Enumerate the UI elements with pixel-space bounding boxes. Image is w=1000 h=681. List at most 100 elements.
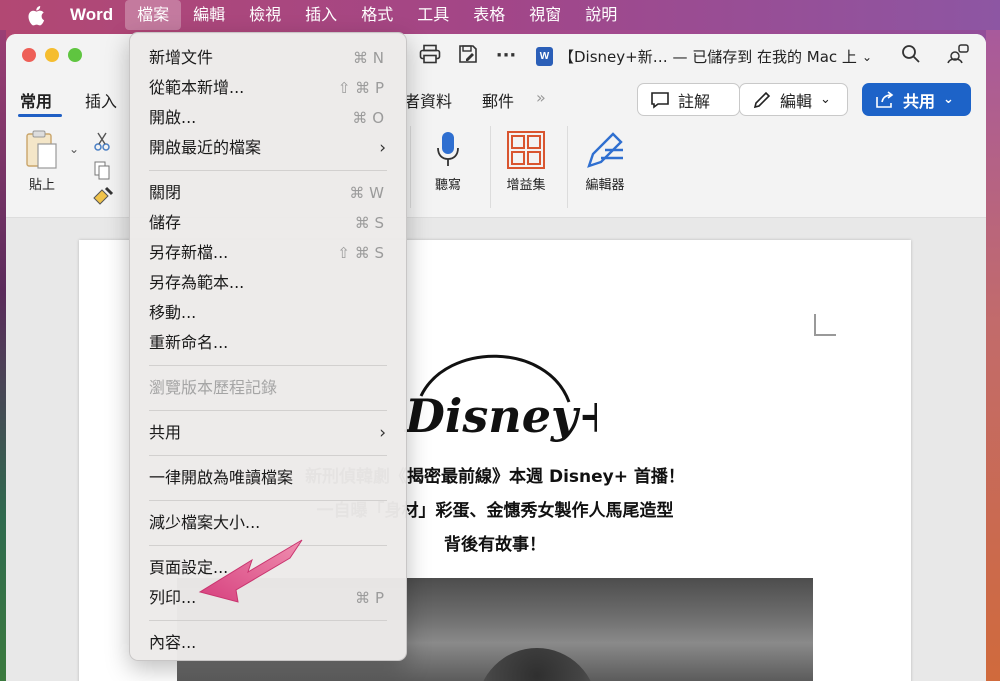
file-menu-item[interactable]: 另存為範本... [130, 268, 406, 298]
tab-home[interactable]: 常用 [20, 88, 52, 112]
comments-label: 註解 [678, 91, 711, 111]
chevron-down-icon: ⌄ [820, 92, 831, 107]
copy-icon[interactable] [93, 160, 111, 184]
format-painter-icon[interactable] [92, 186, 114, 210]
file-menu-item[interactable]: 內容... [130, 628, 406, 658]
more-options-icon[interactable]: ··· [494, 44, 518, 68]
keyboard-shortcut: ⌘ W [349, 184, 384, 202]
keyboard-shortcut: ⇧ ⌘ S [337, 244, 384, 262]
menu-window[interactable]: 視窗 [517, 0, 573, 30]
word-doc-icon: W [536, 47, 553, 66]
keyboard-shortcut: ⌘ N [353, 49, 384, 67]
file-menu-item[interactable]: 儲存 ⌘ S [130, 208, 406, 238]
more-tabs-icon[interactable]: » [536, 88, 546, 107]
editor-pen-icon [587, 132, 623, 168]
annotation-arrow [198, 539, 303, 603]
chevron-right-icon: › [379, 423, 386, 443]
file-menu-item[interactable]: 開啟最近的檔案 › [130, 133, 406, 163]
share-icon [876, 90, 894, 108]
menu-help[interactable]: 說明 [573, 0, 629, 30]
ribbon-separator [490, 126, 491, 208]
paste-button[interactable]: 貼上 [24, 128, 60, 193]
account-share-icon[interactable] [946, 44, 970, 68]
addins-button[interactable]: 增益集 [506, 128, 546, 193]
microphone-icon [437, 132, 459, 166]
file-menu-item[interactable]: 移動... [130, 298, 406, 328]
active-tab-indicator [18, 114, 62, 117]
document-title-text: 【Disney+新… — 已儲存到 在我的 Mac 上 [559, 48, 857, 66]
chevron-down-icon: ⌄ [861, 49, 872, 64]
editor-button[interactable]: 編輯器 [583, 128, 627, 193]
chevron-down-icon: ⌄ [943, 92, 954, 107]
menu-separator [149, 170, 387, 171]
file-menu-item[interactable]: 從範本新增... ⇧ ⌘ P [130, 73, 406, 103]
tab-mailings-partial[interactable]: 者資料 [404, 88, 452, 112]
clipboard-icon [26, 130, 57, 169]
zoom-window-button[interactable] [68, 48, 82, 62]
search-icon[interactable] [899, 44, 923, 68]
file-menu-item-label: 從範本新增... [149, 78, 245, 97]
cut-icon[interactable] [93, 132, 111, 156]
menu-view[interactable]: 檢視 [237, 0, 293, 30]
ribbon-separator [410, 126, 411, 208]
file-menu-item-label: 另存新檔... [149, 243, 229, 262]
menu-separator [149, 410, 387, 411]
editing-mode-button[interactable]: 編輯 ⌄ [739, 83, 848, 116]
file-menu-item[interactable]: 另存新檔... ⇧ ⌘ S [130, 238, 406, 268]
file-menu-item[interactable]: 一律開啟為唯讀檔案 [130, 463, 406, 493]
editor-label: 編輯器 [585, 178, 625, 193]
file-menu-item[interactable]: 重新命名... [130, 328, 406, 358]
menu-tools[interactable]: 工具 [405, 0, 461, 30]
file-menu-item-label: 新增文件 [149, 48, 214, 67]
print-icon[interactable] [418, 44, 442, 68]
comments-button[interactable]: 註解 [637, 83, 740, 116]
desktop-wallpaper-right [986, 30, 1000, 681]
file-menu-item-label: 一律開啟為唯讀檔案 [149, 468, 294, 487]
share-label: 共用 [903, 91, 936, 111]
editing-label: 編輯 [780, 91, 813, 111]
file-menu-item-label: 開啟... [149, 108, 197, 127]
menu-separator [149, 365, 387, 366]
apple-icon[interactable] [16, 0, 56, 30]
disney-plus-logo: Disney+ [397, 336, 616, 446]
tab-insert[interactable]: 插入 [85, 88, 117, 112]
file-menu-item-label: 共用 [149, 423, 182, 442]
minimize-window-button[interactable] [45, 48, 59, 62]
menu-edit[interactable]: 編輯 [181, 0, 237, 30]
save-icon[interactable] [456, 44, 480, 68]
menu-format[interactable]: 格式 [349, 0, 405, 30]
keyboard-shortcut: ⌘ O [352, 109, 384, 127]
ribbon-separator [567, 126, 568, 208]
menu-separator [149, 500, 387, 501]
share-button[interactable]: 共用 ⌄ [862, 83, 971, 116]
addins-grid-icon [507, 131, 545, 169]
document-title[interactable]: W 【Disney+新… — 已儲存到 在我的 Mac 上 ⌄ [536, 46, 872, 67]
file-menu-item-label: 另存為範本... [149, 273, 245, 292]
dictate-label: 聽寫 [434, 178, 461, 193]
file-menu-item[interactable]: 新增文件 ⌘ N [130, 43, 406, 73]
file-menu-item-label: 瀏覽版本歷程記錄 [149, 378, 278, 397]
file-menu-item[interactable]: 關閉 ⌘ W [130, 178, 406, 208]
menu-bar: Word 檔案 編輯 檢視 插入 格式 工具 表格 視窗 說明 [0, 0, 1000, 30]
dictate-button[interactable]: 聽寫 [434, 128, 462, 193]
file-menu-item-label: 儲存 [149, 213, 182, 232]
addins-label: 增益集 [506, 178, 546, 193]
keyboard-shortcut: ⇧ ⌘ P [337, 79, 384, 97]
file-menu-item[interactable]: 共用 › [130, 418, 406, 448]
keyboard-shortcut: ⌘ P [355, 589, 384, 607]
menu-separator [149, 620, 387, 621]
close-window-button[interactable] [22, 48, 36, 62]
menu-insert[interactable]: 插入 [293, 0, 349, 30]
tab-mail[interactable]: 郵件 [482, 88, 514, 112]
paste-label: 貼上 [28, 178, 55, 193]
file-menu-item-label: 開啟最近的檔案 [149, 138, 262, 157]
file-menu-item-label: 移動... [149, 303, 197, 322]
pencil-icon [753, 91, 771, 108]
menu-separator [149, 455, 387, 456]
chevron-down-icon[interactable]: ⌄ [69, 142, 79, 156]
chevron-right-icon: › [379, 138, 386, 158]
menu-table[interactable]: 表格 [461, 0, 517, 30]
menu-app-name[interactable]: Word [56, 5, 125, 25]
menu-file[interactable]: 檔案 [125, 0, 182, 30]
file-menu-item[interactable]: 開啟... ⌘ O [130, 103, 406, 133]
